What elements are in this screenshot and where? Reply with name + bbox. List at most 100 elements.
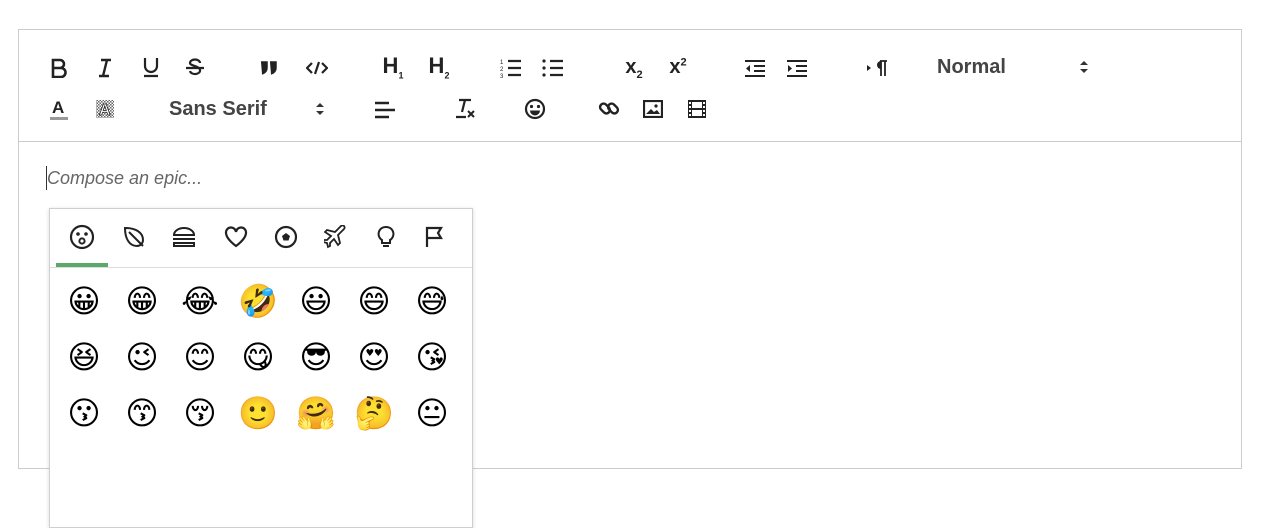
emoji-tab-activity[interactable] bbox=[270, 221, 302, 253]
emoji-icon bbox=[524, 98, 546, 120]
strikethrough-icon bbox=[186, 58, 204, 76]
soccer-ball-icon bbox=[274, 225, 298, 249]
emoji-tab-nature[interactable] bbox=[118, 221, 150, 253]
ordered-list-icon: 123 bbox=[500, 59, 521, 78]
emoji-item[interactable]: 😅 bbox=[412, 281, 452, 321]
emoji-item[interactable]: 😋 bbox=[238, 337, 278, 377]
emoji-item[interactable]: 🤗 bbox=[296, 393, 336, 433]
emoji-palette: 😀 😁 😂 🤣 😃 😄 😅 😆 😉 😊 😋 😎 😍 😘 😗 😙 😚 🙂 🤗 🤔 … bbox=[49, 208, 473, 528]
bold-icon bbox=[51, 58, 67, 78]
italic-button[interactable] bbox=[91, 54, 119, 82]
emoji-item[interactable]: 😃 bbox=[296, 281, 336, 321]
emoji-item[interactable]: 😎 bbox=[296, 337, 336, 377]
editor-content[interactable]: Compose an epic... 😀 😁 😂 🤣 😃 😄 😅 😆 😉 😊 😋… bbox=[19, 142, 1241, 528]
font-picker[interactable]: Sans Serif bbox=[169, 94, 339, 124]
text-direction-icon bbox=[867, 60, 887, 76]
sup-label: x bbox=[669, 55, 681, 78]
emoji-tab-bar bbox=[50, 209, 472, 268]
airplane-icon bbox=[324, 225, 346, 249]
header-1-icon: H1 bbox=[382, 53, 404, 81]
font-color-button[interactable]: A bbox=[45, 94, 73, 124]
superscript-button[interactable]: x2 bbox=[661, 52, 695, 82]
emoji-item[interactable]: 😊 bbox=[180, 337, 220, 377]
align-picker[interactable] bbox=[371, 96, 399, 124]
active-tab-indicator bbox=[56, 263, 108, 267]
emoji-item[interactable]: 😚 bbox=[180, 393, 220, 433]
emoji-item[interactable]: 🤔 bbox=[354, 393, 394, 433]
emoji-item[interactable]: 😐 bbox=[412, 393, 452, 433]
header-1-button[interactable]: H1 bbox=[377, 52, 409, 82]
emoji-item[interactable]: 🙂 bbox=[238, 393, 278, 433]
flag-icon bbox=[425, 226, 443, 247]
underline-button[interactable] bbox=[137, 52, 165, 82]
font-color-icon: A bbox=[50, 98, 68, 120]
outdent-button[interactable] bbox=[741, 54, 769, 82]
sub-label: x bbox=[625, 55, 637, 78]
font-picker-label: Sans Serif bbox=[169, 97, 267, 120]
code-block-button[interactable] bbox=[303, 54, 331, 82]
emoji-item[interactable]: 😗 bbox=[64, 393, 104, 433]
sup-num: 2 bbox=[680, 55, 687, 68]
svg-text:A: A bbox=[52, 98, 64, 117]
emoji-button[interactable] bbox=[521, 94, 549, 124]
svg-text:A: A bbox=[99, 102, 111, 119]
emoji-item[interactable]: 😁 bbox=[122, 281, 162, 321]
emoji-item[interactable]: 😆 bbox=[64, 337, 104, 377]
emoji-item[interactable]: 😂 bbox=[180, 281, 220, 321]
emoji-item[interactable]: 😍 bbox=[354, 337, 394, 377]
video-icon bbox=[688, 100, 706, 118]
code-block-icon bbox=[306, 61, 328, 75]
ordered-list-button[interactable]: 123 bbox=[497, 54, 525, 82]
clear-format-button[interactable] bbox=[451, 94, 479, 124]
emoji-tab-food[interactable] bbox=[168, 221, 200, 253]
underline-icon bbox=[143, 58, 159, 78]
emoji-tab-travel[interactable] bbox=[320, 221, 352, 253]
burger-icon bbox=[172, 227, 196, 247]
size-picker[interactable]: Normal bbox=[937, 52, 1107, 82]
link-icon bbox=[598, 102, 620, 115]
leaf-icon bbox=[123, 226, 145, 248]
strike-button[interactable] bbox=[181, 54, 209, 82]
emoji-item[interactable]: 😄 bbox=[354, 281, 394, 321]
editor-container: H1 H2 123 x2 x2 Normal A A Sans Serif Co… bbox=[18, 29, 1242, 528]
italic-icon bbox=[99, 58, 111, 78]
h1-num: 1 bbox=[398, 70, 404, 81]
text-direction-button[interactable] bbox=[863, 54, 891, 82]
h2-num: 2 bbox=[444, 70, 450, 81]
heart-icon bbox=[224, 226, 248, 248]
svg-text:3: 3 bbox=[500, 74, 504, 78]
emoji-item[interactable]: 😙 bbox=[122, 393, 162, 433]
svg-text:1: 1 bbox=[500, 60, 504, 66]
background-color-icon: A bbox=[96, 100, 114, 119]
chevron-updown-icon bbox=[1080, 61, 1088, 73]
subscript-icon: x2 bbox=[625, 56, 642, 81]
superscript-icon: x2 bbox=[669, 56, 686, 79]
emoji-tab-symbols[interactable] bbox=[220, 221, 252, 253]
header-2-button[interactable]: H2 bbox=[423, 52, 455, 82]
emoji-tab-flags[interactable] bbox=[418, 221, 450, 253]
chevron-updown-icon bbox=[316, 103, 324, 115]
bullet-list-button[interactable] bbox=[539, 54, 567, 82]
outdent-icon bbox=[745, 60, 765, 77]
indent-icon bbox=[787, 60, 807, 77]
video-button[interactable] bbox=[683, 94, 711, 124]
lightbulb-icon bbox=[377, 226, 395, 247]
smiley-face-icon bbox=[69, 224, 95, 250]
emoji-item[interactable]: 😉 bbox=[122, 337, 162, 377]
subscript-button[interactable]: x2 bbox=[617, 54, 651, 82]
blockquote-icon bbox=[261, 61, 277, 75]
background-color-button[interactable]: A bbox=[91, 94, 119, 124]
emoji-item[interactable]: 😀 bbox=[64, 281, 104, 321]
bold-button[interactable] bbox=[45, 54, 73, 82]
sub-num: 2 bbox=[636, 68, 643, 81]
image-icon bbox=[643, 100, 663, 118]
toolbar: H1 H2 123 x2 x2 Normal A A Sans Serif bbox=[19, 30, 1241, 142]
image-button[interactable] bbox=[639, 94, 667, 124]
emoji-tab-objects[interactable] bbox=[370, 221, 402, 253]
indent-button[interactable] bbox=[783, 54, 811, 82]
link-button[interactable] bbox=[595, 94, 623, 124]
blockquote-button[interactable] bbox=[255, 54, 283, 82]
emoji-item[interactable]: 🤣 bbox=[238, 281, 278, 321]
emoji-item[interactable]: 😘 bbox=[412, 337, 452, 377]
emoji-tab-people[interactable] bbox=[66, 221, 98, 253]
